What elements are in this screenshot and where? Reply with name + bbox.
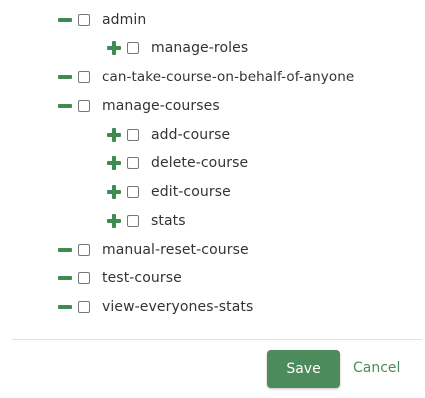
tree-item-manual-reset-course: manual-reset-course (57, 239, 249, 261)
view-everyones-stats-checkbox[interactable] (78, 301, 90, 313)
manual-reset-course-checkbox[interactable] (78, 244, 90, 256)
tree-item-label: manage-roles (151, 40, 249, 56)
can-take-course-on-behalf-of-anyone-checkbox[interactable] (78, 71, 90, 83)
tree-item-delete-course: delete-course (106, 152, 248, 174)
stats-checkbox[interactable] (127, 215, 139, 227)
tree-item-label: manual-reset-course (102, 242, 249, 258)
plus-icon[interactable] (106, 155, 122, 171)
tree-item-label: manage-courses (102, 98, 220, 114)
minus-icon[interactable] (57, 12, 73, 28)
plus-icon[interactable] (106, 213, 122, 229)
tree-item-label: stats (151, 213, 186, 229)
tree-item-edit-course: edit-course (106, 181, 231, 203)
footer-divider (12, 339, 422, 340)
manage-courses-checkbox[interactable] (78, 100, 90, 112)
minus-icon[interactable] (57, 98, 73, 114)
tree-item-manage-roles: manage-roles (106, 37, 248, 59)
tree-item-view-everyones-stats: view-everyones-stats (57, 296, 253, 318)
tree-item-manage-courses: manage-courses (57, 95, 220, 117)
cancel-link[interactable]: Cancel (353, 360, 400, 376)
tree-item-label: test-course (102, 270, 182, 286)
minus-icon[interactable] (57, 69, 73, 85)
tree-item-add-course: add-course (106, 124, 230, 146)
save-button[interactable]: Save (267, 350, 340, 388)
test-course-checkbox[interactable] (78, 272, 90, 284)
tree-item-admin: admin (57, 9, 146, 31)
add-course-checkbox[interactable] (127, 129, 139, 141)
manage-roles-checkbox[interactable] (127, 42, 139, 54)
tree-item-test-course: test-course (57, 267, 182, 289)
tree-item-label: delete-course (151, 155, 249, 171)
minus-icon[interactable] (57, 270, 73, 286)
tree-item-stats: stats (106, 210, 186, 232)
plus-icon[interactable] (106, 184, 122, 200)
tree-item-label: view-everyones-stats (102, 299, 254, 315)
tree-item-label: add-course (151, 127, 231, 143)
plus-icon[interactable] (106, 40, 122, 56)
tree-item-label: admin (102, 12, 147, 28)
delete-course-checkbox[interactable] (127, 157, 139, 169)
minus-icon[interactable] (57, 242, 73, 258)
admin-checkbox[interactable] (78, 14, 90, 26)
tree-item-label: edit-course (151, 184, 231, 200)
edit-course-checkbox[interactable] (127, 186, 139, 198)
tree-item-label: can-take-course-on-behalf-of-anyone (102, 69, 355, 85)
minus-icon[interactable] (57, 299, 73, 315)
tree-item-can-take-course-on-behalf-of-anyone: can-take-course-on-behalf-of-anyone (57, 66, 354, 88)
plus-icon[interactable] (106, 127, 122, 143)
